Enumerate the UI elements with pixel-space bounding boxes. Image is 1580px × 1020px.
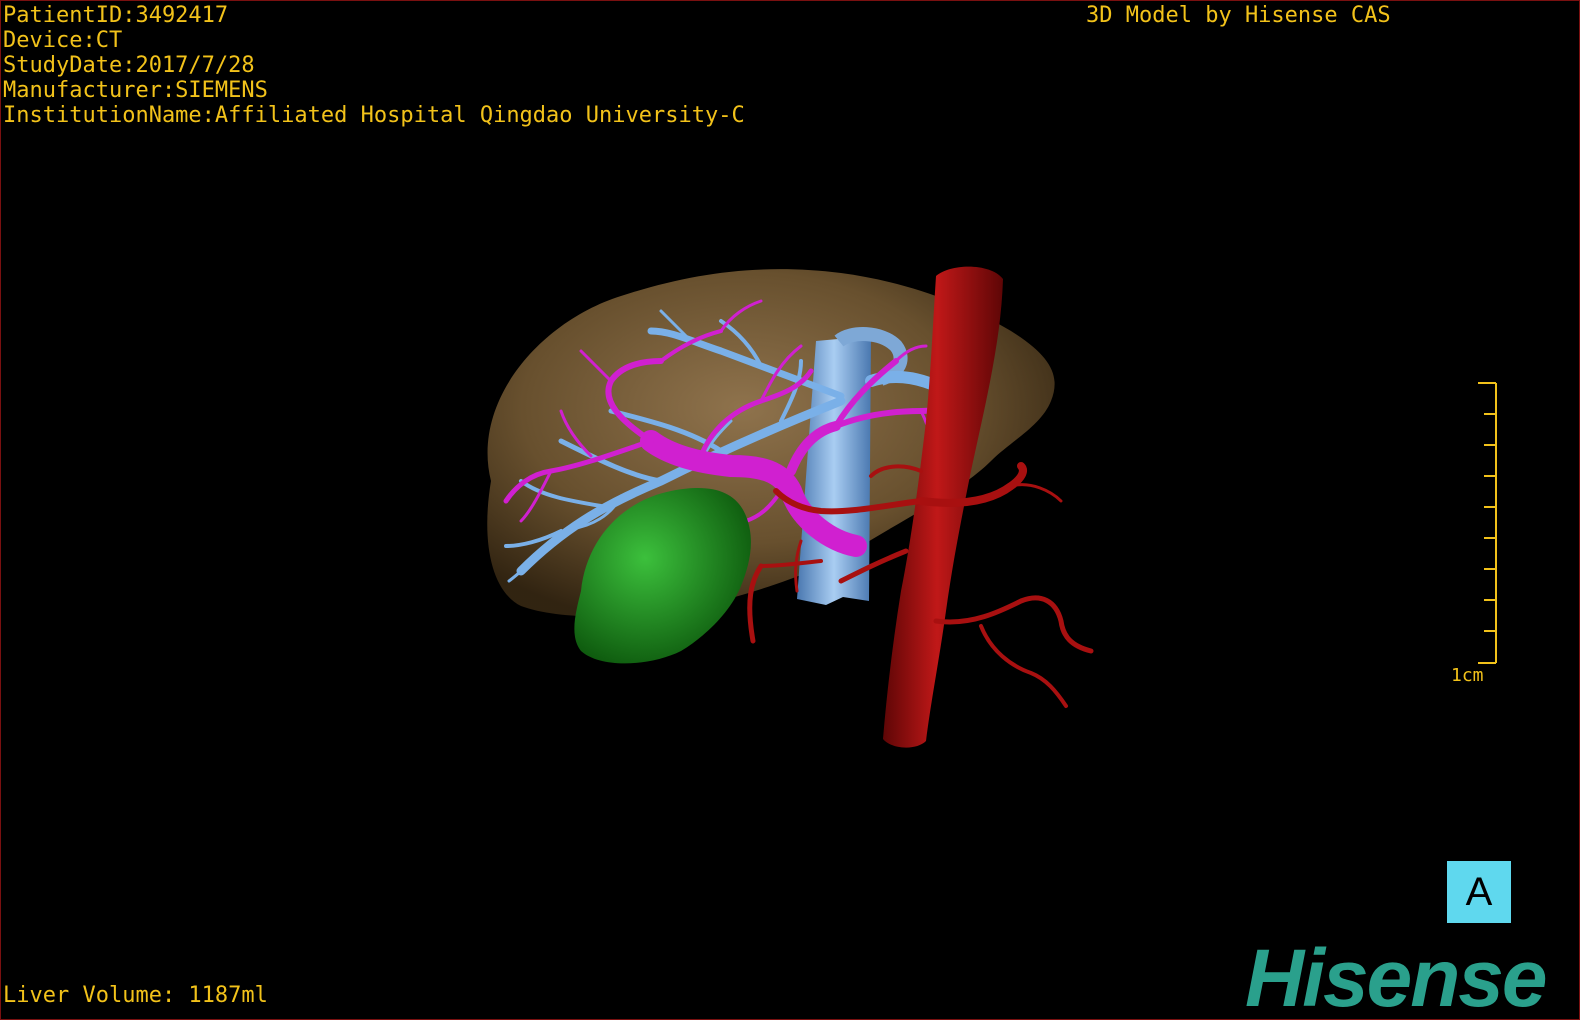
study-date: StudyDate:2017/7/28	[3, 53, 255, 78]
liver-volume: Liver Volume: 1187ml	[3, 983, 268, 1008]
device: Device:CT	[3, 28, 123, 53]
model-brand-title: 3D Model by Hisense CAS	[1086, 3, 1391, 28]
scale-bar-label: 1cm	[1451, 665, 1484, 686]
manufacturer: Manufacturer:SIEMENS	[3, 78, 268, 103]
3d-viewport[interactable]: PatientID:3492417 Device:CT StudyDate:20…	[0, 0, 1580, 1020]
orientation-indicator[interactable]: A	[1447, 861, 1511, 923]
liver-3d-model[interactable]	[1, 1, 1579, 1019]
hisense-logo: Hisense	[1245, 933, 1548, 1020]
patient-id: PatientID:3492417	[3, 3, 229, 28]
scale-bar	[1478, 382, 1497, 664]
institution-name: InstitutionName:Affiliated Hospital Qing…	[3, 103, 745, 128]
dicom-info-overlay: PatientID:3492417 Device:CT StudyDate:20…	[3, 3, 745, 128]
